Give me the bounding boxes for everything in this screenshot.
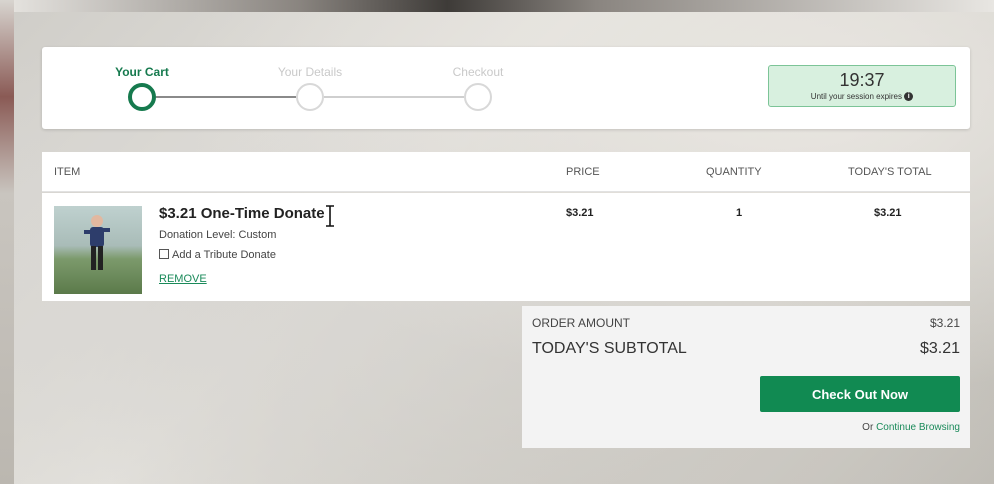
order-amount-label: ORDER AMOUNT: [532, 316, 631, 330]
header-total: TODAY'S TOTAL: [848, 166, 932, 178]
step-label: Your Details: [277, 65, 343, 79]
item-price: $3.21: [566, 207, 594, 219]
step-circle[interactable]: [296, 83, 324, 111]
donation-level: Donation Level: Custom: [159, 229, 277, 241]
order-amount-value: $3.21: [929, 316, 960, 330]
cart-table-header: ITEM PRICE QUANTITY TODAY'S TOTAL: [42, 152, 970, 192]
subtotal-value: $3.21: [919, 340, 960, 357]
background-strip: [0, 0, 994, 12]
step-label: Your Cart: [115, 65, 169, 79]
continue-browsing-link[interactable]: Continue Browsing: [876, 422, 960, 433]
timer-note-text: Until your session expires: [810, 92, 902, 101]
item-quantity: 1: [736, 207, 743, 219]
step-checkout[interactable]: Checkout: [418, 65, 538, 81]
continue-browsing: Or Continue Browsing: [862, 422, 960, 433]
table-row: $3.21 One-Time Donate Donation Level: Cu…: [42, 193, 970, 301]
session-timer: 19:37 Until your session expires i: [768, 65, 956, 107]
child-photo-icon: [84, 215, 110, 270]
subtotal-label: TODAY'S SUBTOTAL: [532, 340, 687, 357]
step-label: Checkout: [452, 65, 504, 79]
text-cursor-icon: [326, 205, 334, 227]
info-icon[interactable]: i: [904, 92, 914, 102]
timer-note: Until your session expires i: [769, 92, 955, 102]
tribute-label[interactable]: Add a Tribute Donate: [172, 249, 276, 261]
step-circle-active[interactable]: [128, 83, 156, 111]
item-total: $3.21: [874, 207, 902, 219]
background-edge: [0, 0, 14, 484]
tribute-checkbox[interactable]: [159, 249, 169, 259]
header-quantity: QUANTITY: [706, 166, 762, 178]
remove-link[interactable]: REMOVE: [159, 273, 207, 285]
header-price: PRICE: [566, 166, 600, 178]
timer-value: 19:37: [839, 70, 885, 90]
progress-line: [156, 96, 296, 98]
check-out-now-button[interactable]: Check Out Now: [760, 376, 960, 412]
tribute-option[interactable]: Add a Tribute Donate: [159, 249, 276, 261]
continue-prefix: Or: [862, 422, 874, 433]
header-item: ITEM: [54, 166, 81, 178]
order-summary: ORDER AMOUNT $3.21 TODAY'S SUBTOTAL $3.2…: [522, 306, 970, 448]
step-your-details[interactable]: Your Details: [250, 65, 370, 81]
item-title: $3.21 One-Time Donate: [159, 205, 325, 222]
step-your-cart[interactable]: Your Cart: [82, 65, 202, 81]
checkout-progress-card: Your Cart Your Details Checkout 19:37 Un…: [42, 47, 970, 129]
progress-line: [324, 96, 464, 98]
step-circle[interactable]: [464, 83, 492, 111]
item-thumbnail: [54, 206, 142, 294]
